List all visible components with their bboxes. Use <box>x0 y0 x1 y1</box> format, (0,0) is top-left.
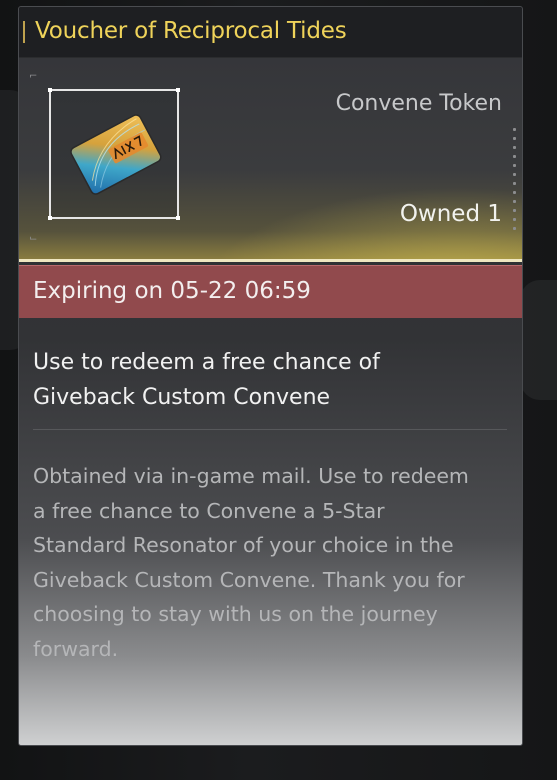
item-description: Obtained via in-game mail. Use to redeem… <box>33 459 511 666</box>
expiry-text: Expiring on 05-22 06:59 <box>33 278 311 304</box>
voucher-card-icon <box>70 114 162 195</box>
description-line: forward. <box>33 636 119 661</box>
description-line: Giveback Custom Convene. Thank you for <box>33 567 465 592</box>
title-accent <box>23 21 25 43</box>
description-line: Standard Resonator of your choice in the <box>33 533 454 557</box>
corner-mark: ⌐ <box>29 71 38 82</box>
summary-line: Giveback Custom Convene <box>33 385 331 410</box>
item-icon-frame <box>48 88 180 220</box>
expiry-banner: Expiring on 05-22 06:59 <box>19 265 522 318</box>
summary-line: Use to redeem a free chance of <box>33 350 380 375</box>
item-detail-panel: Voucher of Reciprocal Tides ⌐ ⌙ Convene … <box>18 6 523 746</box>
owned-count: Owned 1 <box>399 201 502 227</box>
header-underline <box>19 259 522 262</box>
item-summary: Use to redeem a free chance of Giveback … <box>33 345 503 415</box>
section-divider <box>33 429 507 430</box>
header-scroll-dots <box>513 128 517 236</box>
item-type: Convene Token <box>335 91 502 116</box>
item-name: Voucher of Reciprocal Tides <box>35 18 347 44</box>
background-shape <box>520 280 557 400</box>
description-line: a free chance to Convene a 5-Star <box>33 498 385 523</box>
corner-mark: ⌙ <box>29 233 38 244</box>
description-line: choosing to stay with us on the journey <box>33 602 438 626</box>
title-bar: Voucher of Reciprocal Tides <box>19 7 522 58</box>
description-line: Obtained via in-game mail. Use to redeem <box>33 464 469 488</box>
